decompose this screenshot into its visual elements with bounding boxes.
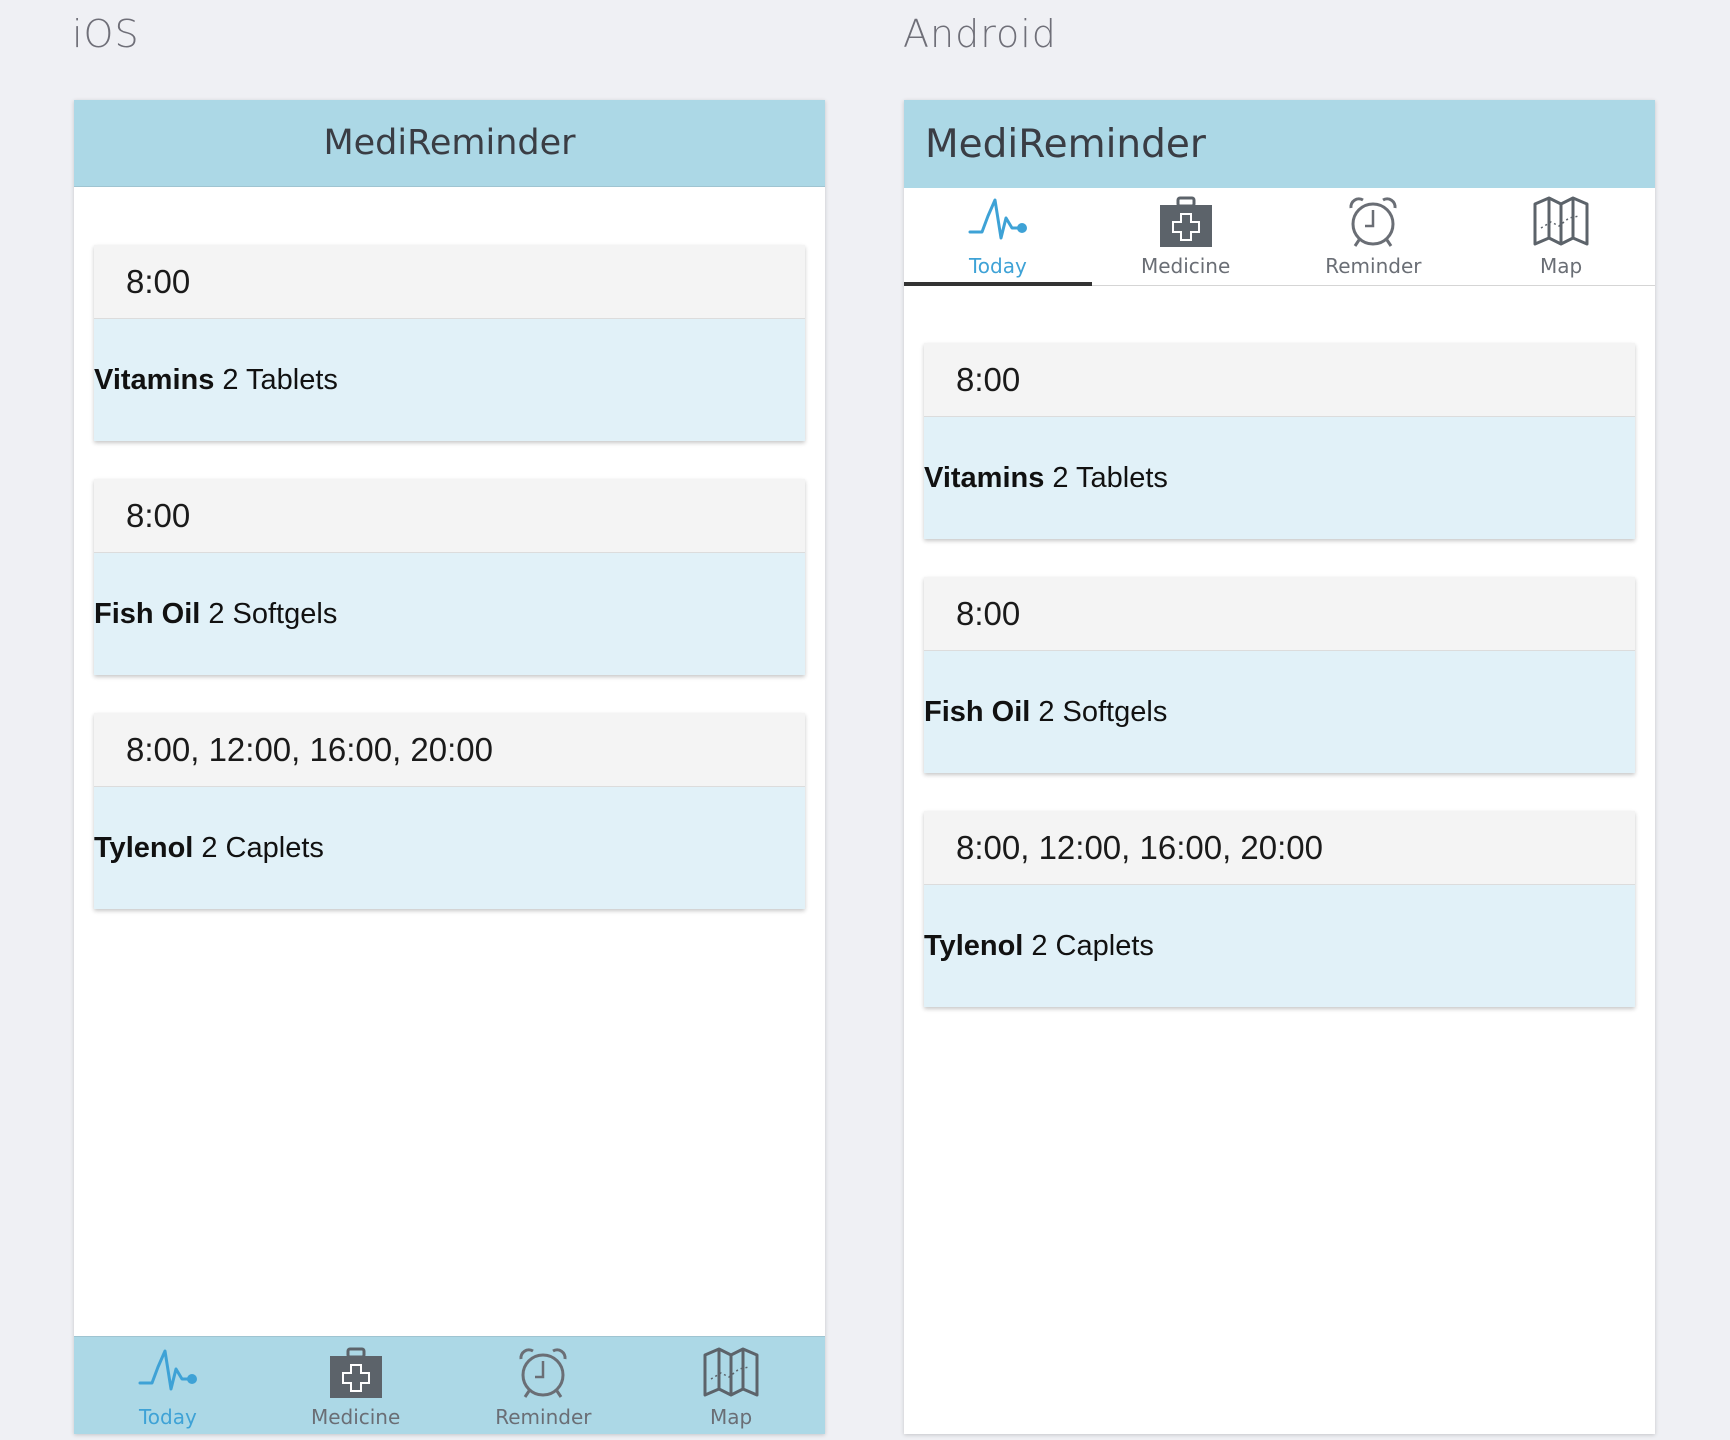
medicine-kit-icon (1159, 196, 1212, 247)
medicine-dose: 2 Softgels (1038, 695, 1168, 728)
alarm-clock-icon (1349, 197, 1397, 247)
map-icon (703, 1347, 759, 1397)
medicine-dose: 2 Caplets (201, 831, 324, 864)
medicine-dose: 2 Tablets (1052, 461, 1168, 494)
tab-label: Reminder (495, 1405, 592, 1429)
reminder-time: 8:00 (94, 245, 805, 319)
medicine-name: Tylenol (94, 831, 194, 864)
tab-label: Medicine (1140, 254, 1231, 278)
android-app-bar: MediReminder (904, 100, 1655, 188)
reminder-body: Tylenol 2 Caplets (924, 885, 1635, 1007)
heartbeat-icon (968, 198, 1027, 240)
ios-tab-bar: Today Medicine Reminder Map (74, 1336, 825, 1434)
medicine-name: Fish Oil (94, 597, 201, 630)
medicine-name: Vitamins (924, 461, 1045, 494)
reminder-body: Fish Oil 2 Softgels (924, 651, 1635, 773)
medicine-kit-icon (329, 1347, 382, 1398)
reminder-card[interactable]: 8:00, 12:00, 16:00, 20:00 Tylenol 2 Capl… (924, 811, 1635, 1007)
reminder-card[interactable]: 8:00 Fish Oil 2 Softgels (924, 577, 1635, 773)
reminder-time: 8:00, 12:00, 16:00, 20:00 (924, 811, 1635, 885)
reminder-card[interactable]: 8:00 Vitamins 2 Tablets (94, 245, 805, 441)
reminder-time: 8:00 (924, 577, 1635, 651)
reminder-time: 8:00, 12:00, 16:00, 20:00 (94, 713, 805, 787)
tab-label: Medicine (310, 1405, 401, 1429)
tab-label: Map (1540, 254, 1583, 278)
android-tab-bar: Today Medicine Reminder Map (904, 188, 1655, 286)
tab-map[interactable]: Map (637, 1337, 825, 1434)
tab-medicine[interactable]: Medicine (262, 1337, 450, 1434)
tab-map[interactable]: Map (1467, 188, 1655, 285)
reminder-card[interactable]: 8:00 Fish Oil 2 Softgels (94, 479, 805, 675)
app-title: MediReminder (925, 121, 1206, 167)
heartbeat-icon (138, 1349, 197, 1391)
reminder-card[interactable]: 8:00 Vitamins 2 Tablets (924, 343, 1635, 539)
reminder-body: Vitamins 2 Tablets (94, 319, 805, 441)
ios-screen: MediReminder 8:00 Vitamins 2 Tablets 8:0… (74, 100, 825, 1434)
tab-label: Map (710, 1405, 753, 1429)
app-title: MediReminder (323, 123, 576, 163)
ios-nav-bar: MediReminder (74, 100, 825, 187)
reminder-body: Tylenol 2 Caplets (94, 787, 805, 909)
ios-platform-label: iOS (72, 12, 140, 56)
alarm-clock-icon (519, 1348, 567, 1398)
android-screen: MediReminder Today Medicine Reminder Map… (904, 100, 1655, 1434)
tab-label: Today (968, 254, 1027, 278)
reminder-time: 8:00 (924, 343, 1635, 417)
tab-label: Today (138, 1405, 197, 1429)
medicine-name: Tylenol (924, 929, 1024, 962)
android-platform-label: Android (903, 12, 1057, 56)
reminder-card[interactable]: 8:00, 12:00, 16:00, 20:00 Tylenol 2 Capl… (94, 713, 805, 909)
reminder-time: 8:00 (94, 479, 805, 553)
reminder-body: Vitamins 2 Tablets (924, 417, 1635, 539)
medicine-name: Fish Oil (924, 695, 1031, 728)
tab-reminder[interactable]: Reminder (450, 1337, 638, 1434)
tab-reminder[interactable]: Reminder (1280, 188, 1468, 285)
tab-label: Reminder (1325, 254, 1422, 278)
tab-today[interactable]: Today (74, 1337, 262, 1434)
medicine-dose: 2 Tablets (222, 363, 338, 396)
medicine-dose: 2 Softgels (208, 597, 338, 630)
medicine-dose: 2 Caplets (1031, 929, 1154, 962)
tab-medicine[interactable]: Medicine (1092, 188, 1280, 285)
medicine-name: Vitamins (94, 363, 215, 396)
map-icon (1533, 196, 1589, 246)
tab-today[interactable]: Today (904, 188, 1092, 286)
reminder-body: Fish Oil 2 Softgels (94, 553, 805, 675)
